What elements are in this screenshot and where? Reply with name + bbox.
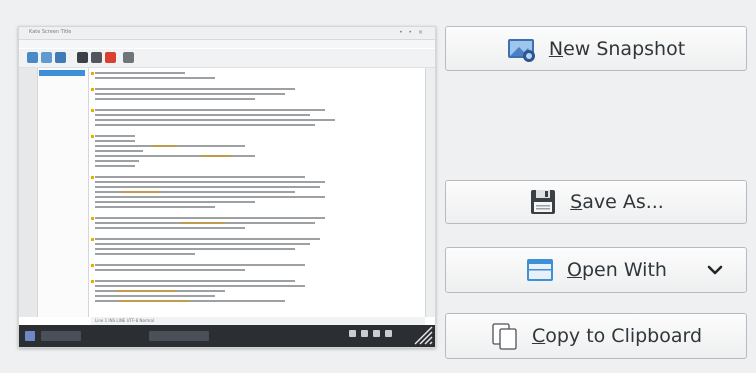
preview-task-item: [41, 331, 81, 341]
preview-window-controls: • • ×: [399, 29, 425, 36]
open-with-label: Open With: [567, 259, 667, 281]
preview-editor: [91, 68, 425, 317]
preview-tray-icon: [385, 330, 392, 337]
preview-toolbar: [19, 49, 435, 68]
preview-tool-icon: [55, 52, 66, 63]
resize-grip-icon: [414, 326, 433, 345]
preview-menubar: File Edit View Projects Bookmarks Sessio…: [19, 40, 435, 56]
copy-to-clipboard-button[interactable]: Copy to Clipboard: [445, 313, 747, 359]
preview-tree-selection: [39, 70, 85, 76]
preview-tool-icon: [105, 52, 116, 63]
preview-taskbar: [19, 325, 435, 347]
preview-tray-icon: [349, 330, 356, 337]
preview-tray-icon: [373, 330, 380, 337]
preview-tool-icon: [27, 52, 38, 63]
floppy-disk-icon: [531, 190, 556, 214]
preview-status-text: Line 1 INS LINE UTF-8 Normal: [95, 318, 155, 323]
preview-tool-icon: [41, 52, 52, 63]
new-snapshot-label: New Snapshot: [548, 37, 686, 60]
new-snapshot-button[interactable]: New Snapshot: [445, 26, 747, 71]
preview-sidebar: [19, 68, 38, 317]
camera-icon: [507, 38, 535, 62]
preview-tool-icon: [77, 52, 88, 63]
preview-statusbar: Line 1 INS LINE UTF-8 Normal: [91, 317, 425, 325]
preview-launcher-icon: [25, 331, 35, 341]
save-as-label: Save As...: [570, 191, 664, 213]
window-icon: [527, 259, 554, 281]
preview-text-lines: [91, 72, 335, 302]
preview-task-item: [149, 331, 209, 341]
preview-tool-icon: [91, 52, 102, 63]
preview-file-tree: [38, 68, 89, 317]
preview-tool-icon: [123, 52, 134, 63]
copy-to-clipboard-label: Copy to Clipboard: [531, 325, 703, 347]
snapshot-preview[interactable]: Kate Screen Title • • × File Edit View P…: [18, 26, 436, 348]
preview-tray-icon: [361, 330, 368, 337]
save-as-button[interactable]: Save As...: [445, 180, 747, 224]
preview-scrollbar: [425, 68, 435, 317]
chevron-down-icon[interactable]: [706, 261, 724, 279]
open-with-button[interactable]: Open With: [445, 247, 747, 293]
preview-window-title: Kate Screen Title: [29, 29, 72, 35]
clipboard-copy-icon: [492, 323, 517, 350]
preview-titlebar: Kate Screen Title • • ×: [19, 27, 435, 40]
